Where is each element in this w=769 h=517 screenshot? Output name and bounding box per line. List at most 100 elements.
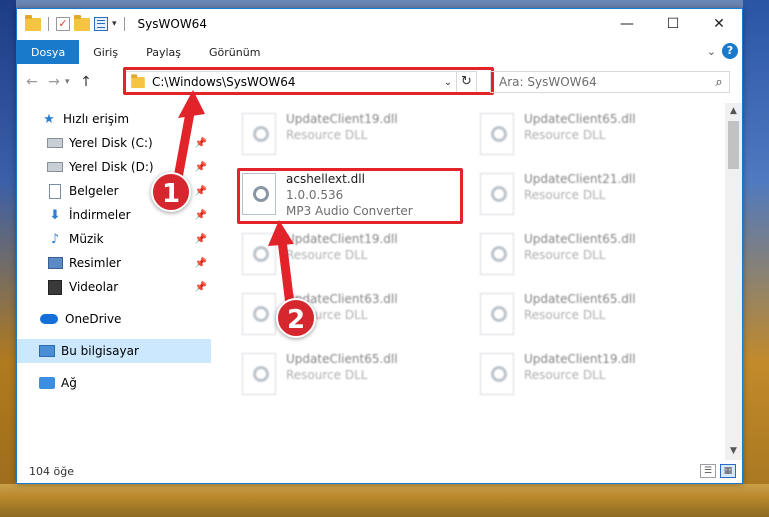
file-name: UpdateClient19.dll: [286, 232, 398, 246]
divider: [48, 17, 49, 31]
network-icon: [39, 375, 55, 391]
tab-file[interactable]: Dosya: [17, 40, 80, 64]
sidebar-item-music[interactable]: ♪ Müzik 📌: [17, 227, 211, 251]
file-item[interactable]: UpdateClient19.dll Resource DLL: [232, 227, 462, 281]
properties-icon[interactable]: [94, 17, 108, 31]
pin-icon[interactable]: 📌: [195, 282, 207, 293]
sidebar-item-label: Müzik: [69, 232, 104, 246]
maximize-button[interactable]: ☐: [650, 9, 696, 39]
sidebar-item-pictures[interactable]: Resimler 📌: [17, 251, 211, 275]
pin-icon[interactable]: 📌: [195, 138, 207, 149]
status-bar: 104 öğe ☰ ▦: [17, 459, 742, 483]
file-description: Resource DLL: [524, 368, 606, 382]
scroll-up-icon[interactable]: ▲: [725, 103, 742, 120]
address-path[interactable]: C:\Windows\SysWOW64: [152, 75, 440, 89]
sidebar-item-label: İndirmeler: [69, 208, 131, 222]
up-button[interactable]: ↑: [75, 74, 97, 90]
file-item[interactable]: UpdateClient19.dll Resource DLL: [232, 107, 462, 161]
file-list: UpdateClient19.dll Resource DLL acshelle…: [222, 103, 727, 459]
file-name: acshellext.dll: [286, 172, 365, 186]
dll-file-icon: [242, 353, 276, 395]
file-item[interactable]: UpdateClient65.dll Resource DLL: [470, 227, 700, 281]
desktop-background-left: [0, 0, 16, 517]
dll-file-icon: [480, 353, 514, 395]
recent-locations-dropdown[interactable]: ▾: [65, 77, 75, 87]
divider: [123, 17, 125, 31]
file-version: 1.0.0.536: [286, 188, 344, 202]
file-item[interactable]: UpdateClient21.dll Resource DLL: [470, 167, 700, 221]
refresh-icon[interactable]: ↻: [456, 72, 476, 92]
pin-icon[interactable]: 📌: [195, 258, 207, 269]
ribbon-right-controls: ⌄ ?: [707, 43, 738, 59]
disk-icon: [47, 135, 63, 151]
dll-file-icon: [480, 173, 514, 215]
file-item-acshellext[interactable]: acshellext.dll 1.0.0.536 MP3 Audio Conve…: [232, 167, 462, 221]
properties-check-icon[interactable]: ✓: [56, 17, 70, 31]
scroll-down-icon[interactable]: ▼: [725, 443, 742, 460]
file-item[interactable]: UpdateClient65.dll Resource DLL: [470, 107, 700, 161]
file-description: Resource DLL: [524, 188, 606, 202]
sidebar-item-label: Yerel Disk (C:): [69, 136, 153, 150]
sidebar-item-network[interactable]: Ağ: [17, 371, 211, 395]
file-name: UpdateClient65.dll: [524, 112, 636, 126]
tab-view[interactable]: Görünüm: [195, 40, 274, 64]
navigation-pane: ★ Hızlı erişim Yerel Disk (C:) 📌 Yerel D…: [17, 105, 211, 460]
file-item[interactable]: UpdateClient19.dll Resource DLL: [470, 347, 700, 401]
window-controls: — ☐ ✕: [604, 9, 742, 39]
sidebar-item-onedrive[interactable]: OneDrive: [17, 307, 211, 331]
tab-home[interactable]: Giriş: [79, 40, 132, 64]
address-bar[interactable]: C:\Windows\SysWOW64 ⌄ ↻: [123, 71, 477, 93]
dll-file-icon: [480, 293, 514, 335]
search-icon[interactable]: ⌕: [709, 75, 729, 90]
file-item[interactable]: UpdateClient65.dll Resource DLL: [470, 287, 700, 341]
file-description: Resource DLL: [524, 308, 606, 322]
close-button[interactable]: ✕: [696, 9, 742, 39]
help-icon[interactable]: ?: [722, 43, 738, 59]
view-switcher: ☰ ▦: [700, 464, 736, 478]
explorer-window: ✓ ▾ SysWOW64 — ☐ ✕ Dosya Giriş Paylaş Gö…: [16, 8, 743, 484]
dll-file-icon: [242, 233, 276, 275]
dll-file-icon: [480, 113, 514, 155]
minimize-button[interactable]: —: [604, 9, 650, 39]
quick-access-toolbar: ✓ ▾: [17, 14, 128, 31]
sidebar-item-local-disk-c[interactable]: Yerel Disk (C:) 📌: [17, 131, 211, 155]
large-icons-view-icon[interactable]: ▦: [720, 464, 736, 478]
search-input[interactable]: Ara: SysWOW64 ⌕: [490, 71, 730, 93]
forward-button[interactable]: →: [43, 74, 65, 90]
sidebar-item-quick-access[interactable]: ★ Hızlı erişim: [17, 107, 211, 131]
pin-icon[interactable]: 📌: [195, 162, 207, 173]
videos-icon: [47, 279, 63, 295]
back-button[interactable]: ←: [21, 74, 43, 90]
file-name: UpdateClient21.dll: [524, 172, 636, 186]
sidebar-item-label: Hızlı erişim: [63, 112, 130, 126]
star-icon: ★: [43, 111, 55, 127]
scrollbar-thumb[interactable]: [728, 121, 739, 169]
quick-access-dropdown[interactable]: ▾: [112, 19, 117, 29]
vertical-scrollbar[interactable]: ▲ ▼: [725, 103, 742, 460]
sidebar-item-label: Videolar: [69, 280, 119, 294]
sidebar-item-label: Resimler: [69, 256, 122, 270]
desktop-background-right: [743, 0, 769, 517]
sidebar-item-this-pc[interactable]: Bu bilgisayar: [17, 339, 211, 363]
tab-share[interactable]: Paylaş: [132, 40, 195, 64]
file-item[interactable]: UpdateClient65.dll Resource DLL: [232, 347, 462, 401]
dll-file-icon: [242, 113, 276, 155]
file-description: Resource DLL: [524, 248, 606, 262]
sidebar-item-label: Bu bilgisayar: [61, 344, 139, 358]
file-description: Resource DLL: [286, 368, 368, 382]
new-folder-icon[interactable]: [74, 14, 90, 31]
details-view-icon[interactable]: ☰: [700, 464, 716, 478]
file-item[interactable]: UpdateClient63.dll Resource DLL: [232, 287, 462, 341]
sidebar-item-label: OneDrive: [65, 312, 122, 326]
sidebar-item-label: Ağ: [61, 376, 77, 390]
pin-icon[interactable]: 📌: [195, 234, 207, 245]
disk-icon: [47, 159, 63, 175]
address-dropdown-icon[interactable]: ⌄: [440, 77, 456, 88]
step-1-badge: 1: [151, 172, 191, 212]
pin-icon[interactable]: 📌: [195, 210, 207, 221]
expand-ribbon-icon[interactable]: ⌄: [707, 45, 716, 58]
sidebar-item-videos[interactable]: Videolar 📌: [17, 275, 211, 299]
file-name: UpdateClient65.dll: [524, 292, 636, 306]
file-description: Resource DLL: [286, 128, 368, 142]
pin-icon[interactable]: 📌: [195, 186, 207, 197]
